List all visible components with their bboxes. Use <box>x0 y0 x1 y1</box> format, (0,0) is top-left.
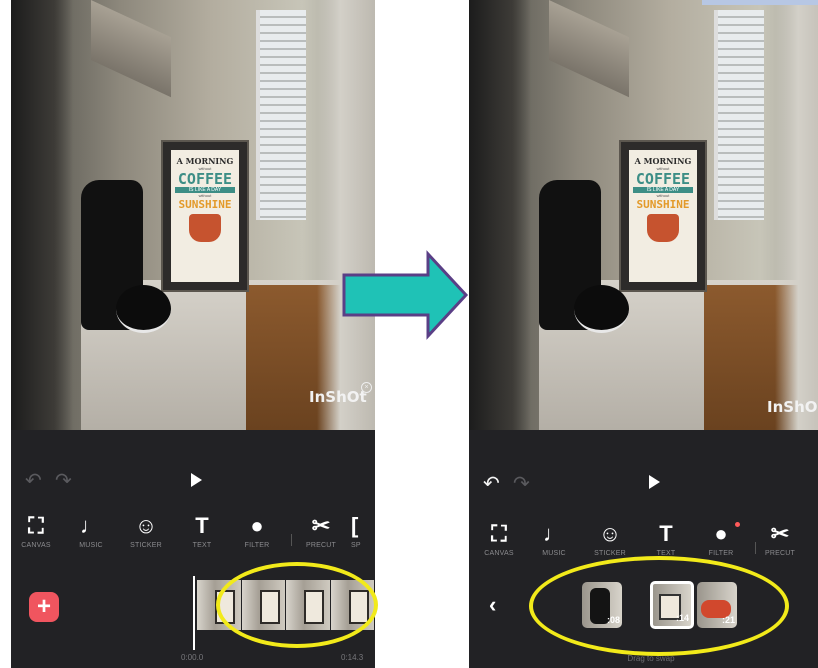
canvas-icon: ⛶ <box>28 513 44 538</box>
tool-label: MUSIC <box>79 542 103 549</box>
tool-label: PRECUT <box>765 550 795 557</box>
tool-music[interactable]: ♩ MUSIC <box>66 512 116 549</box>
scissors-icon: ✂ <box>770 521 790 546</box>
video-preview[interactable]: A MORNING without COFFEE IS LIKE A DAY w… <box>11 0 375 430</box>
video-kettle-lid <box>574 285 629 333</box>
poster-sunshine: SUNSHINE <box>178 198 232 211</box>
music-icon: ♩ <box>543 521 565 546</box>
tool-label: TEXT <box>192 542 212 549</box>
tool-precut[interactable]: ✂ PRECUT <box>296 512 346 549</box>
sticker-icon: ☺ <box>134 513 158 538</box>
video-window-blinds <box>714 10 764 220</box>
back-chevron-icon[interactable]: ‹ <box>489 592 496 618</box>
highlight-ellipse-right <box>529 556 789 656</box>
playhead[interactable] <box>193 576 195 650</box>
tool-label: CANVAS <box>21 542 51 549</box>
redo-icon[interactable]: ↷ <box>55 471 72 491</box>
toolbar: ⛶ CANVAS ♩ MUSIC ☺ STICKER T TEXT ● FILT… <box>11 512 375 564</box>
tool-label: STICKER <box>130 542 162 549</box>
toolbar-divider <box>291 534 292 546</box>
right-arrow-icon <box>342 250 469 340</box>
video-blur-left <box>469 0 531 430</box>
video-blur-right <box>775 0 818 430</box>
scissors-icon: ✂ <box>311 513 331 538</box>
split-icon: [ <box>351 513 359 538</box>
time-end: 0:14.3 <box>341 653 364 662</box>
tool-split[interactable]: [ SP <box>351 512 375 549</box>
tool-sticker[interactable]: ☺ STICKER <box>121 512 171 549</box>
time-start: 0:00.0 <box>181 653 204 662</box>
poster-coffee: COFFEE <box>635 170 691 188</box>
inshot-watermark[interactable]: InShO <box>767 398 818 416</box>
filter-icon: ● <box>250 513 264 538</box>
filter-badge-dot <box>735 522 740 527</box>
tool-music[interactable]: ♩ MUSIC <box>529 520 579 557</box>
watermark-close-icon[interactable]: × <box>361 382 372 393</box>
play-icon[interactable] <box>191 473 202 487</box>
video-blur-right <box>317 0 375 430</box>
tool-canvas[interactable]: ⛶ CANVAS <box>11 512 61 549</box>
tool-sticker[interactable]: ☺ STICKER <box>585 520 635 557</box>
tool-text[interactable]: T TEXT <box>641 520 691 557</box>
poster: A MORNING without COFFEE IS LIKE A DAY w… <box>161 140 249 292</box>
tool-label: MUSIC <box>542 550 566 557</box>
tool-filter[interactable]: ● FILTER <box>232 512 282 549</box>
poster-sunshine: SUNSHINE <box>636 198 690 211</box>
video-window-blinds <box>256 10 306 220</box>
coffee-pot-graphic <box>647 214 679 242</box>
add-clip-button[interactable]: + <box>29 592 59 622</box>
inshot-watermark[interactable]: InShOt <box>309 388 367 406</box>
tool-label: FILTER <box>244 542 270 549</box>
play-icon[interactable] <box>649 475 660 489</box>
video-preview[interactable]: A MORNING without COFFEE IS LIKE A DAY w… <box>469 0 818 430</box>
tool-canvas[interactable]: ⛶ CANVAS <box>474 520 524 557</box>
tool-label: PRECUT <box>306 542 336 549</box>
poster-line1: A MORNING <box>634 156 692 166</box>
redo-icon[interactable]: ↷ <box>513 474 530 494</box>
video-blur-left <box>11 0 73 430</box>
tool-label: CANVAS <box>484 550 514 557</box>
text-icon: T <box>195 513 209 538</box>
poster-coffee: COFFEE <box>177 170 233 188</box>
highlight-ellipse-left <box>216 562 378 648</box>
sticker-icon: ☺ <box>598 521 622 546</box>
tool-label: SP <box>351 542 361 549</box>
arrow-shape <box>342 250 469 340</box>
top-edge-strip <box>702 0 818 5</box>
text-icon: T <box>659 521 673 546</box>
undo-icon[interactable]: ↶ <box>25 471 42 491</box>
coffee-pot-graphic <box>189 214 221 242</box>
tool-label: FILTER <box>708 550 734 557</box>
music-icon: ♩ <box>80 513 102 538</box>
poster: A MORNING without COFFEE IS LIKE A DAY w… <box>619 140 707 292</box>
canvas-icon: ⛶ <box>491 521 507 546</box>
tool-precut[interactable]: ✂ PRECUT <box>755 520 805 557</box>
tool-label: STICKER <box>594 550 626 557</box>
video-kettle-lid <box>116 285 171 333</box>
tool-text[interactable]: T TEXT <box>177 512 227 549</box>
undo-icon[interactable]: ↶ <box>483 474 500 494</box>
poster-line1: A MORNING <box>176 156 234 166</box>
